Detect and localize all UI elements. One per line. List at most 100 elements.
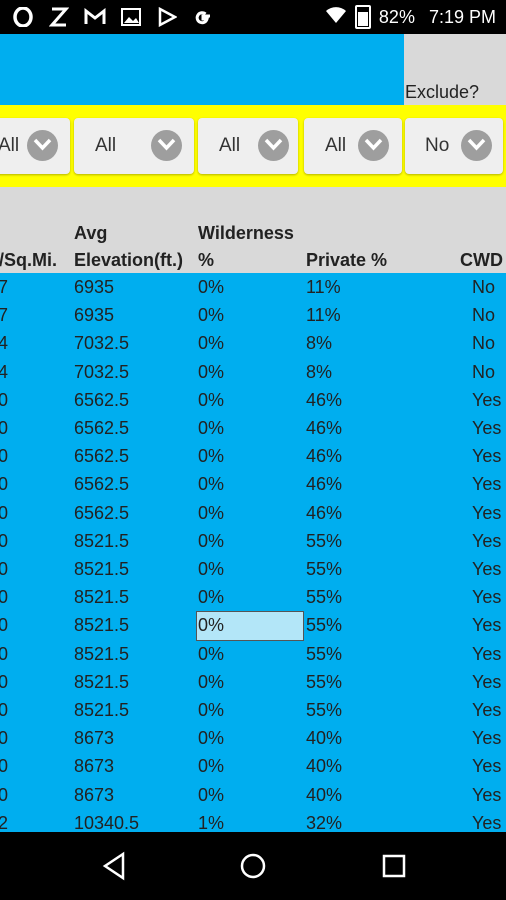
table-cell-c[interactable]: 0%	[198, 503, 224, 524]
table-row[interactable]: 7 6935 0% 11% No	[0, 301, 506, 329]
table-cell-d[interactable]: 55%	[306, 615, 342, 636]
table-cell-e[interactable]: Yes	[472, 474, 501, 495]
table-cell-a[interactable]: 7	[0, 277, 8, 298]
table-cell-b[interactable]: 8673	[74, 728, 114, 749]
table-cell-a[interactable]: 2	[0, 813, 8, 832]
table-cell-e[interactable]: No	[472, 305, 495, 326]
table-cell-c[interactable]: 0%	[198, 785, 224, 806]
table-cell-d[interactable]: 55%	[306, 559, 342, 580]
table-cell-c[interactable]: 1%	[198, 813, 224, 832]
table-cell-c[interactable]: 0%	[198, 474, 224, 495]
table-cell-b[interactable]: 8521.5	[74, 587, 129, 608]
table-cell-a[interactable]: 4	[0, 362, 8, 383]
table-cell-a[interactable]: 0	[0, 756, 8, 777]
table-cell-c[interactable]: 0%	[198, 587, 224, 608]
table-cell-d[interactable]: 32%	[306, 813, 342, 832]
table-row[interactable]: 0 6562.5 0% 46% Yes	[0, 414, 506, 442]
table-cell-a[interactable]: 7	[0, 305, 8, 326]
table-cell-d[interactable]: 40%	[306, 756, 342, 777]
table-cell-d[interactable]: 55%	[306, 587, 342, 608]
table-cell-d[interactable]: 55%	[306, 531, 342, 552]
table-cell-a[interactable]: 0	[0, 700, 8, 721]
table-cell-c[interactable]: 0%	[198, 418, 224, 439]
table-cell-a[interactable]: 0	[0, 672, 8, 693]
table-cell-b[interactable]: 7032.5	[74, 362, 129, 383]
table-cell-a[interactable]: 0	[0, 785, 8, 806]
table-cell-d[interactable]: 46%	[306, 390, 342, 411]
table-cell-b[interactable]: 8521.5	[74, 559, 129, 580]
table-row[interactable]: 7 6935 0% 11% No	[0, 273, 506, 301]
table-cell-e[interactable]: Yes	[472, 587, 501, 608]
filter-dropdown-1[interactable]: All	[0, 118, 70, 174]
table-cell-e[interactable]: Yes	[472, 559, 501, 580]
home-icon[interactable]	[237, 850, 269, 882]
header-col3[interactable]: %	[198, 250, 214, 271]
table-cell-e[interactable]: Yes	[472, 390, 501, 411]
table-cell-d[interactable]: 55%	[306, 672, 342, 693]
table-row[interactable]: 0 6562.5 0% 46% Yes	[0, 470, 506, 498]
table-row[interactable]: 4 7032.5 0% 8% No	[0, 329, 506, 357]
table-cell-c[interactable]: 0%	[198, 305, 224, 326]
table-row[interactable]: 4 7032.5 0% 8% No	[0, 358, 506, 386]
filter-dropdown-3[interactable]: All	[198, 118, 298, 174]
table-cell-e[interactable]: Yes	[472, 785, 501, 806]
table-cell-d[interactable]: 46%	[306, 446, 342, 467]
table-cell-c[interactable]: 0%	[198, 644, 224, 665]
table-row[interactable]: 0 6562.5 0% 46% Yes	[0, 499, 506, 527]
table-cell-d[interactable]: 55%	[306, 644, 342, 665]
table-cell-c[interactable]: 0%	[198, 362, 224, 383]
header-col5[interactable]: CWD	[460, 250, 503, 271]
table-cell-d[interactable]: 55%	[306, 700, 342, 721]
table-cell-b[interactable]: 6935	[74, 305, 114, 326]
table-row[interactable]: 0 8673 0% 40% Yes	[0, 724, 506, 752]
table-cell-d[interactable]: 46%	[306, 474, 342, 495]
table-cell-e[interactable]: Yes	[472, 644, 501, 665]
table-cell-a[interactable]: 0	[0, 503, 8, 524]
table-row[interactable]: 0 8521.5 0% 55% Yes	[0, 640, 506, 668]
table-cell-e[interactable]: Yes	[472, 672, 501, 693]
table-cell-d[interactable]: 46%	[306, 418, 342, 439]
table-cell-c[interactable]: 0%	[198, 672, 224, 693]
table-cell-a[interactable]: 4	[0, 333, 8, 354]
filter-dropdown-2[interactable]: All	[74, 118, 194, 174]
table-cell-c[interactable]: 0%	[198, 756, 224, 777]
table-row[interactable]: 0 8521.5 0% 55% Yes	[0, 668, 506, 696]
table-cell-c[interactable]: 0%	[198, 531, 224, 552]
table-cell-b[interactable]: 6562.5	[74, 474, 129, 495]
back-icon[interactable]	[99, 850, 131, 882]
header-col2[interactable]: Elevation(ft.)	[74, 250, 183, 271]
table-cell-b[interactable]: 8521.5	[74, 672, 129, 693]
table-row[interactable]: 0 8521.5 0% 55% Yes	[0, 555, 506, 583]
table-cell-b[interactable]: 7032.5	[74, 333, 129, 354]
table-cell-e[interactable]: Yes	[472, 418, 501, 439]
table-cell-b[interactable]: 8521.5	[74, 700, 129, 721]
table-cell-a[interactable]: 0	[0, 587, 8, 608]
table-row[interactable]: 0 8673 0% 40% Yes	[0, 781, 506, 809]
table-cell-b[interactable]: 6935	[74, 277, 114, 298]
table-cell-b[interactable]: 8521.5	[74, 644, 129, 665]
table-cell-c[interactable]: 0%	[198, 700, 224, 721]
table-cell-c[interactable]: 0%	[198, 277, 224, 298]
table-cell-a[interactable]: 0	[0, 446, 8, 467]
table-cell-b[interactable]: 8673	[74, 756, 114, 777]
table-cell-d[interactable]: 40%	[306, 728, 342, 749]
table-cell-a[interactable]: 0	[0, 390, 8, 411]
table-cell-b[interactable]: 6562.5	[74, 390, 129, 411]
table-cell-b[interactable]: 6562.5	[74, 418, 129, 439]
table-row[interactable]: 0 8521.5 0% 55% Yes	[0, 611, 506, 639]
table-row[interactable]: 0 8521.5 0% 55% Yes	[0, 527, 506, 555]
table-row[interactable]: 2 10340.5 1% 32% Yes	[0, 809, 506, 832]
table-cell-e[interactable]: No	[472, 333, 495, 354]
table-cell-d[interactable]: 8%	[306, 362, 332, 383]
table-cell-b[interactable]: 6562.5	[74, 503, 129, 524]
header-col1[interactable]: ./Sq.Mi.	[0, 250, 57, 271]
table-cell-d[interactable]: 11%	[306, 277, 341, 298]
table-row[interactable]: 0 8521.5 0% 55% Yes	[0, 583, 506, 611]
header-col4[interactable]: Private %	[306, 250, 387, 271]
table-cell-a[interactable]: 0	[0, 531, 8, 552]
table-row[interactable]: 0 8673 0% 40% Yes	[0, 752, 506, 780]
table-cell-c[interactable]: 0%	[198, 559, 224, 580]
table-cell-e[interactable]: Yes	[472, 615, 501, 636]
table-cell-b[interactable]: 6562.5	[74, 446, 129, 467]
table-cell-a[interactable]: 0	[0, 418, 8, 439]
